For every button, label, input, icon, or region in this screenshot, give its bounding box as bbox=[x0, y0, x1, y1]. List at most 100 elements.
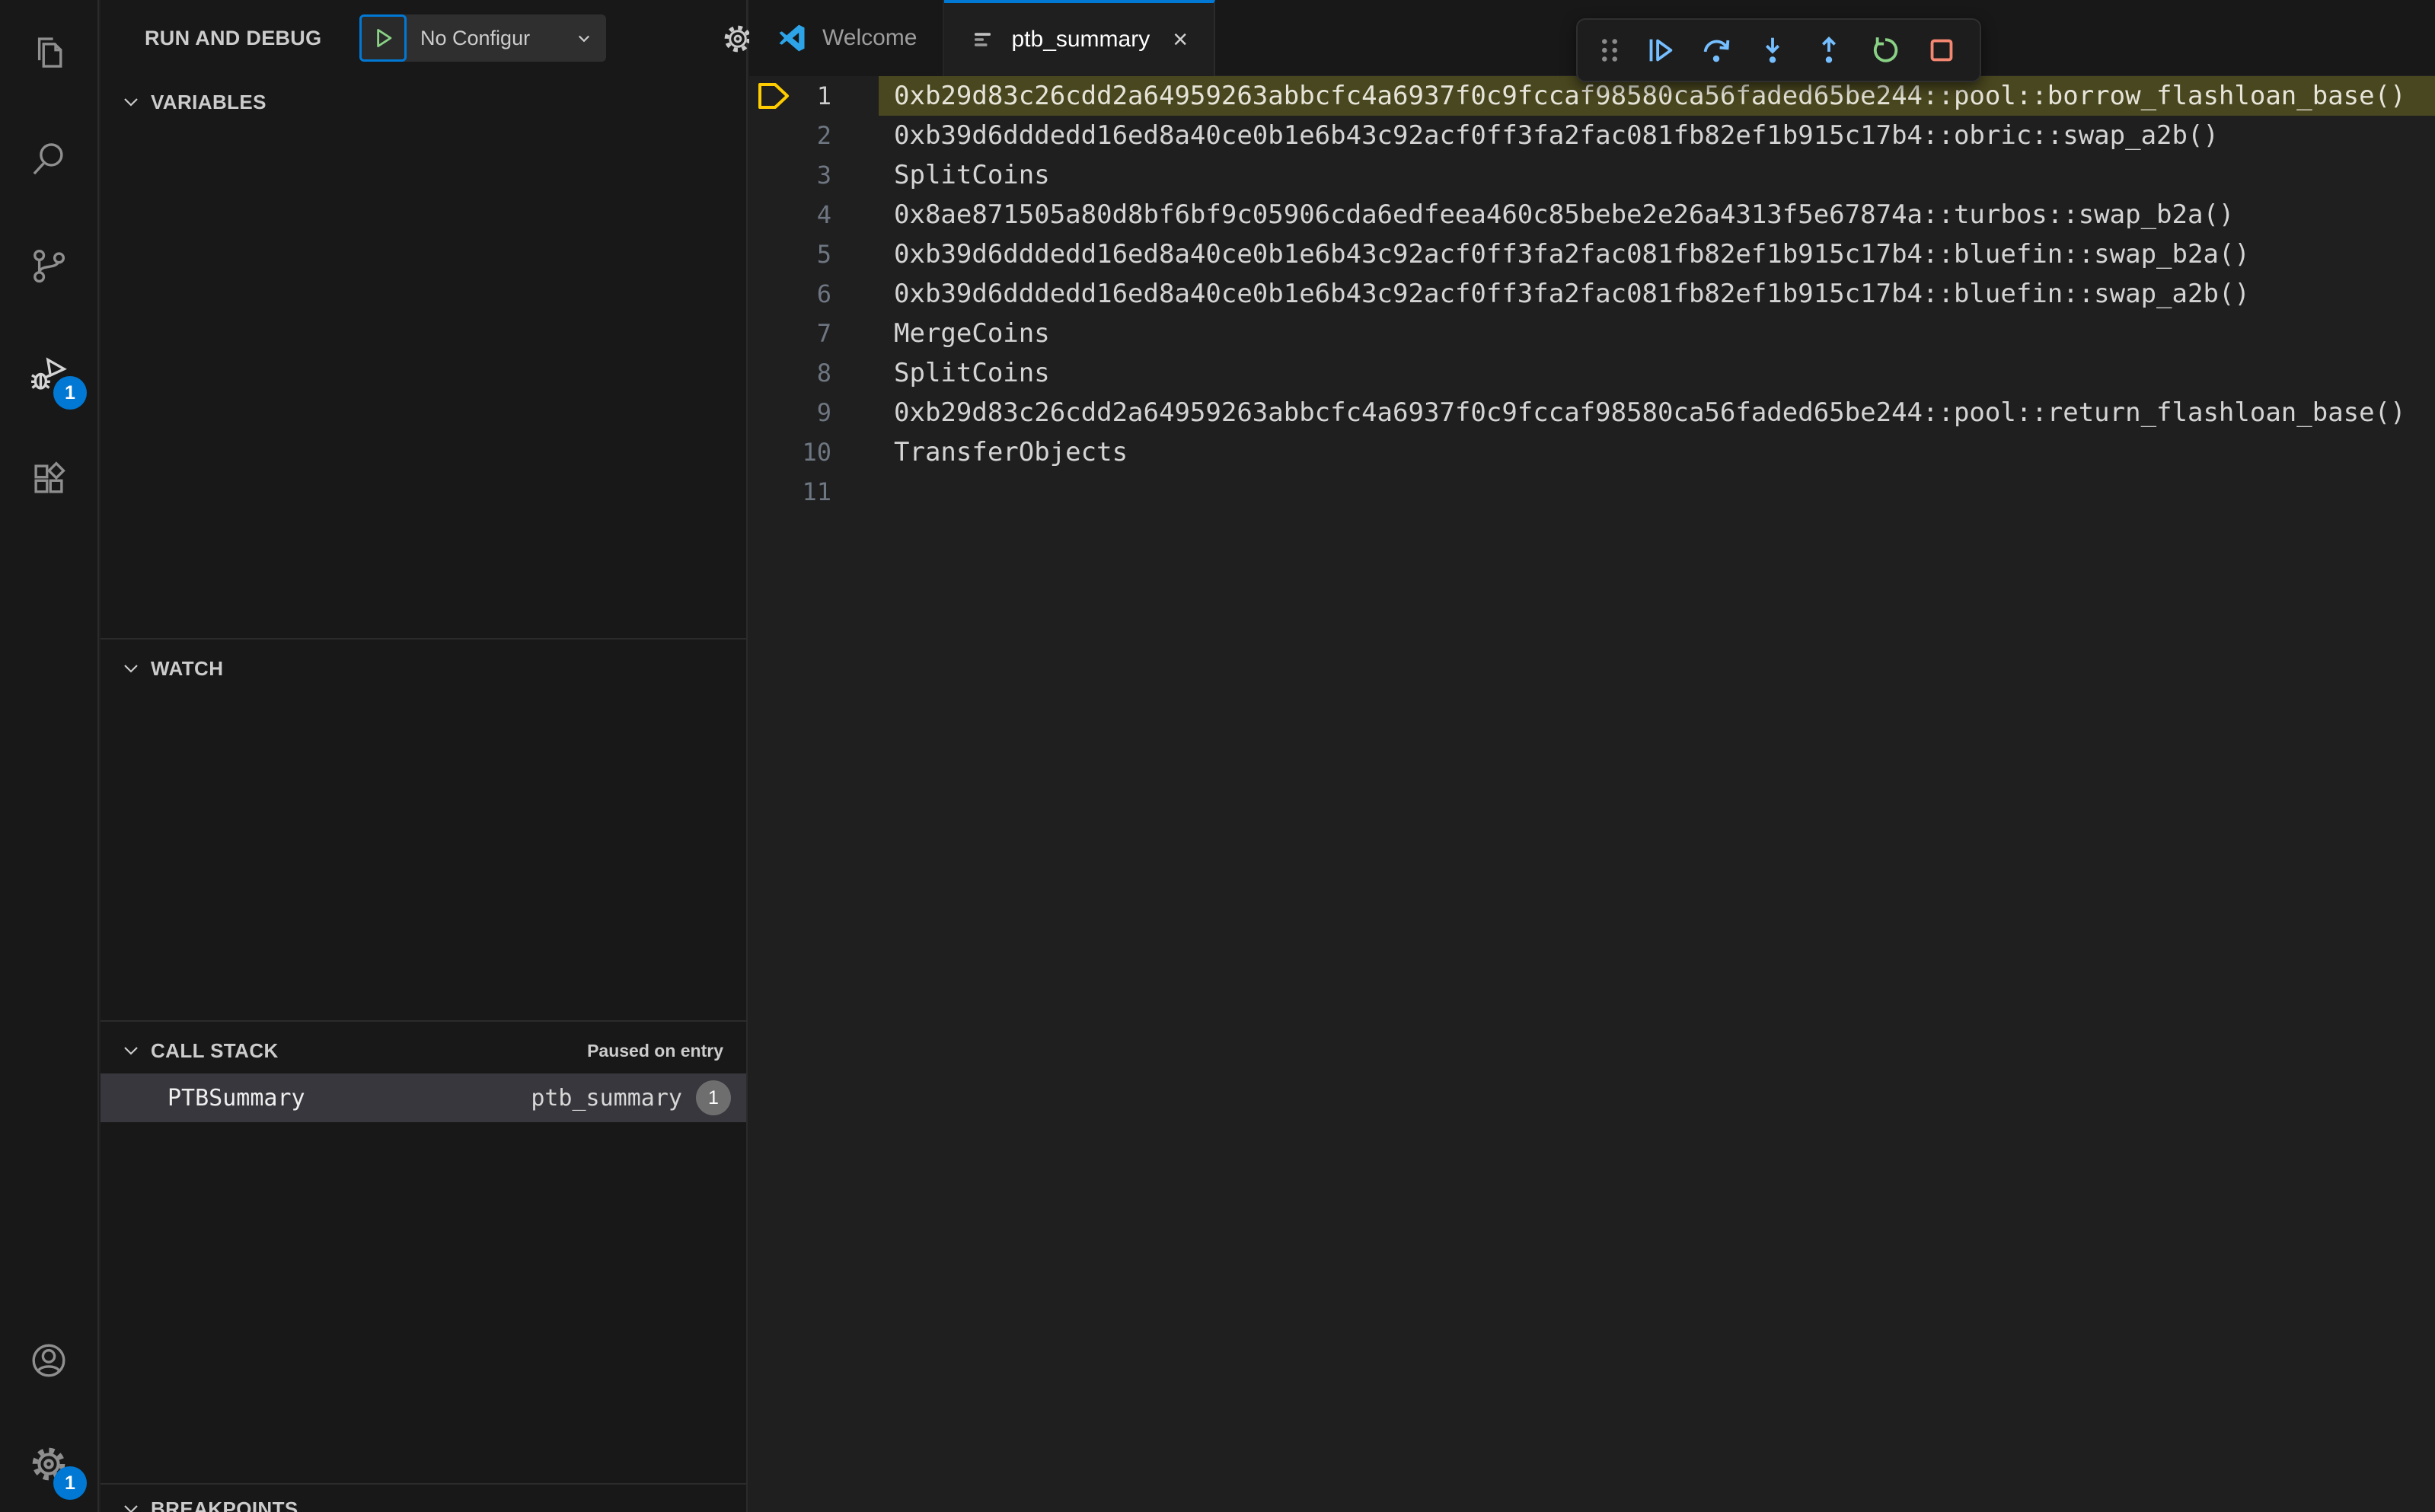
debug-current-line-arrow-icon bbox=[757, 81, 793, 110]
toolbar-drag-gripper[interactable] bbox=[1590, 24, 1629, 76]
chevron-down-icon bbox=[124, 665, 138, 673]
line-number: 8 bbox=[816, 359, 831, 388]
code-line-6[interactable]: 6 0xb39d6dddedd16ed8a40ce0b1e6b43c92acf0… bbox=[749, 274, 2435, 314]
code-text: 0xb39d6dddedd16ed8a40ce0b1e6b43c92acf0ff… bbox=[894, 120, 2219, 151]
line-number: 9 bbox=[816, 398, 831, 427]
line-number: 5 bbox=[816, 240, 831, 269]
code-text: 0xb39d6dddedd16ed8a40ce0b1e6b43c92acf0ff… bbox=[894, 279, 2250, 309]
editor-group: Welcome ptb_summary × 1 0xb29d83c26cdd2a… bbox=[749, 0, 2435, 1512]
step-over-icon bbox=[1703, 40, 1730, 62]
section-label: VARIABLES bbox=[151, 90, 266, 113]
code-editor[interactable]: 1 0xb29d83c26cdd2a64959263abbcfc4a6937f0… bbox=[749, 76, 2435, 1512]
code-line-4[interactable]: 4 0x8ae871505a80d8bf6bf9c05906cda6edfeea… bbox=[749, 195, 2435, 234]
activity-item-source-control[interactable] bbox=[0, 224, 97, 308]
code-text: MergeCoins bbox=[894, 318, 1050, 349]
stack-frame-badge: 1 bbox=[696, 1080, 731, 1115]
debug-status-badge: Paused on entry bbox=[587, 1040, 723, 1061]
stack-frame-file: ptb_summary bbox=[531, 1084, 682, 1112]
section-breakpoints[interactable]: BREAKPOINTS bbox=[101, 1485, 746, 1512]
activity-item-explorer[interactable] bbox=[0, 11, 97, 94]
line-number: 3 bbox=[816, 161, 831, 190]
search-icon bbox=[33, 143, 63, 175]
tab-ptb-summary[interactable]: ptb_summary × bbox=[944, 0, 1216, 76]
activity-item-extensions[interactable] bbox=[0, 437, 97, 521]
activity-item-search[interactable] bbox=[0, 117, 97, 201]
run-and-debug-sidebar: RUN AND DEBUG No Configur VARIABLES WATC… bbox=[101, 0, 807, 1512]
continue-button[interactable] bbox=[1634, 24, 1686, 76]
chevron-down-icon bbox=[124, 98, 138, 107]
code-text: SplitCoins bbox=[894, 358, 1050, 388]
step-into-icon bbox=[1765, 37, 1780, 63]
code-line-3[interactable]: 3 SplitCoins bbox=[749, 155, 2435, 195]
activity-item-accounts[interactable] bbox=[0, 1319, 97, 1402]
activity-item-run-and-debug[interactable]: 1 bbox=[0, 332, 97, 416]
line-number: 11 bbox=[802, 477, 831, 506]
debug-badge: 1 bbox=[53, 376, 87, 410]
stop-icon bbox=[1930, 39, 1953, 62]
settings-badge: 1 bbox=[53, 1466, 87, 1500]
section-divider bbox=[101, 638, 746, 640]
stack-frame-meta: ptb_summary 1 bbox=[531, 1080, 731, 1115]
line-number: 4 bbox=[816, 200, 831, 229]
restart-button[interactable] bbox=[1859, 24, 1911, 76]
debug-config-dropdown[interactable]: No Configur bbox=[407, 14, 606, 62]
continue-icon bbox=[1649, 39, 1673, 62]
section-watch[interactable]: WATCH bbox=[101, 644, 746, 693]
code-text: TransferObjects bbox=[894, 437, 1128, 467]
files-icon bbox=[37, 37, 62, 68]
line-number: 6 bbox=[816, 279, 831, 308]
activity-bar: 1 1 bbox=[0, 0, 99, 1512]
close-tab-icon[interactable]: × bbox=[1173, 27, 1188, 53]
line-number: 10 bbox=[802, 438, 831, 467]
step-over-button[interactable] bbox=[1690, 24, 1742, 76]
sidebar-header: RUN AND DEBUG No Configur bbox=[101, 0, 807, 76]
code-text: 0xb39d6dddedd16ed8a40ce0b1e6b43c92acf0ff… bbox=[894, 239, 2250, 270]
step-out-button[interactable] bbox=[1803, 24, 1855, 76]
play-icon bbox=[377, 28, 392, 48]
code-line-5[interactable]: 5 0xb39d6dddedd16ed8a40ce0b1e6b43c92acf0… bbox=[749, 234, 2435, 274]
step-out-icon bbox=[1821, 36, 1837, 63]
chevron-down-icon bbox=[124, 1047, 138, 1055]
account-icon bbox=[32, 1344, 65, 1377]
debug-toolbar bbox=[1576, 18, 1981, 82]
restart-icon bbox=[1873, 37, 1898, 62]
line-number: 2 bbox=[816, 121, 831, 150]
vscode-window: 1 1 RUN AND DEBUG No Configur VARIABLES … bbox=[0, 0, 2435, 1512]
gutter: 1 bbox=[749, 76, 879, 116]
section-label: WATCH bbox=[151, 656, 224, 680]
call-stack-frame-row[interactable]: PTBSummary ptb_summary 1 bbox=[101, 1073, 746, 1122]
line-number: 7 bbox=[816, 319, 831, 348]
code-line-9[interactable]: 9 0xb29d83c26cdd2a64959263abbcfc4a6937f0… bbox=[749, 393, 2435, 432]
code-text: 0x8ae871505a80d8bf6bf9c05906cda6edfeea46… bbox=[894, 199, 2235, 230]
code-line-7[interactable]: 7 MergeCoins bbox=[749, 314, 2435, 353]
section-call-stack[interactable]: CALL STACK Paused on entry bbox=[101, 1026, 746, 1075]
code-text: 0xb29d83c26cdd2a64959263abbcfc4a6937f0c9… bbox=[894, 397, 2406, 428]
section-variables[interactable]: VARIABLES bbox=[101, 78, 746, 126]
gripper-icon bbox=[1602, 39, 1617, 62]
tab-label: ptb_summary bbox=[1011, 27, 1150, 52]
vscode-logo-icon bbox=[779, 24, 805, 52]
code-line-2[interactable]: 2 0xb39d6dddedd16ed8a40ce0b1e6b43c92acf0… bbox=[749, 116, 2435, 155]
line-number: 1 bbox=[816, 81, 831, 110]
sidebar-title: RUN AND DEBUG bbox=[145, 26, 322, 49]
step-into-button[interactable] bbox=[1747, 24, 1798, 76]
debug-config-group: No Configur bbox=[359, 14, 606, 62]
file-lines-icon bbox=[975, 33, 991, 46]
code-line-8[interactable]: 8 SplitCoins bbox=[749, 353, 2435, 393]
section-label: CALL STACK bbox=[151, 1038, 279, 1062]
activity-item-settings[interactable]: 1 bbox=[0, 1422, 97, 1506]
debug-config-label: No Configur bbox=[420, 26, 531, 49]
code-text: SplitCoins bbox=[894, 160, 1050, 190]
section-label: BREAKPOINTS bbox=[151, 1497, 298, 1512]
code-line-10[interactable]: 10 TransferObjects bbox=[749, 432, 2435, 472]
extensions-icon bbox=[34, 461, 65, 493]
code-line-11[interactable]: 11 bbox=[749, 472, 2435, 512]
tab-label: Welcome bbox=[822, 25, 918, 50]
section-divider bbox=[101, 1020, 746, 1022]
start-debugging-button[interactable] bbox=[359, 14, 407, 62]
chevron-down-icon bbox=[578, 35, 590, 43]
tab-welcome[interactable]: Welcome bbox=[749, 0, 945, 76]
stop-button[interactable] bbox=[1916, 24, 1967, 76]
source-control-icon bbox=[34, 249, 65, 283]
